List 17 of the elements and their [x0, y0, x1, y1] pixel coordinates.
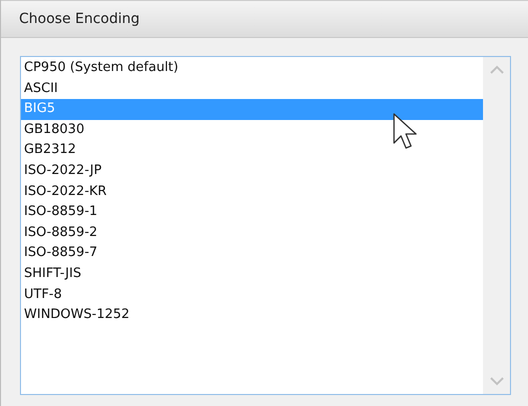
- list-item[interactable]: GB2312: [21, 140, 483, 161]
- scroll-down-icon[interactable]: [490, 377, 504, 386]
- window-title: Choose Encoding: [19, 11, 140, 27]
- list-item[interactable]: ISO-8859-2: [21, 222, 483, 244]
- list-item[interactable]: ASCII: [21, 78, 483, 100]
- list-item[interactable]: ISO-8859-1: [21, 202, 483, 223]
- list-item[interactable]: ISO-2022-KR: [21, 182, 483, 202]
- scroll-up-icon[interactable]: [490, 65, 504, 74]
- list-item[interactable]: CP950 (System default): [21, 58, 483, 79]
- list-item[interactable]: SHIFT-JIS: [21, 264, 483, 285]
- list-item[interactable]: GB18030: [21, 120, 483, 140]
- list-item[interactable]: WINDOWS-1252: [21, 305, 483, 326]
- list-item[interactable]: ISO-2022-JP: [21, 160, 483, 182]
- list-item[interactable]: ISO-8859-7: [21, 243, 483, 264]
- list-item[interactable]: UTF-8: [21, 284, 483, 306]
- encoding-list[interactable]: CP950 (System default) ASCII BIG5 GB18030 GB2312 ISO-2022-JP ISO-2022-KR ISO-8859-1 ISO-8859-2 ISO-8859-7 SHIFT-JIS UTF-8 WINDOWS-1252: [20, 56, 511, 395]
- scrollbar[interactable]: [483, 57, 510, 394]
